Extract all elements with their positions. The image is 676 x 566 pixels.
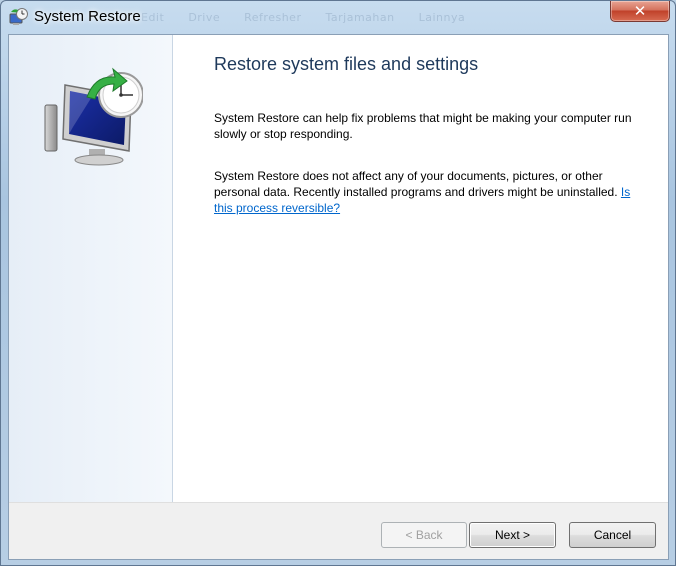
intro-paragraph: System Restore can help fix problems tha… bbox=[214, 111, 632, 141]
computer-restore-clock-icon bbox=[43, 67, 144, 167]
close-button[interactable]: ✕ bbox=[610, 1, 670, 22]
title-bar[interactable]: Edit Drive Refresher Tarjamahan Lainnya … bbox=[1, 1, 675, 34]
close-icon: ✕ bbox=[633, 2, 647, 20]
button-footer: < Back Next > Cancel bbox=[9, 502, 668, 559]
info-text: System Restore does not affect any of yo… bbox=[214, 169, 618, 199]
window-title: System Restore bbox=[34, 8, 141, 25]
page-title: Restore system files and settings bbox=[214, 54, 479, 74]
left-banner-pane bbox=[9, 35, 173, 502]
system-restore-window: Edit Drive Refresher Tarjamahan Lainnya … bbox=[0, 0, 676, 566]
cancel-button[interactable]: Cancel bbox=[569, 522, 656, 548]
system-restore-icon bbox=[8, 7, 28, 27]
next-button[interactable]: Next > bbox=[469, 522, 556, 548]
back-button[interactable]: < Back bbox=[381, 522, 467, 548]
dialog-client-area: Restore system files and settings System… bbox=[8, 34, 669, 560]
info-paragraph: System Restore does not affect any of yo… bbox=[214, 168, 644, 216]
background-ghost-text: Edit Drive Refresher Tarjamahan Lainnya bbox=[141, 11, 466, 24]
